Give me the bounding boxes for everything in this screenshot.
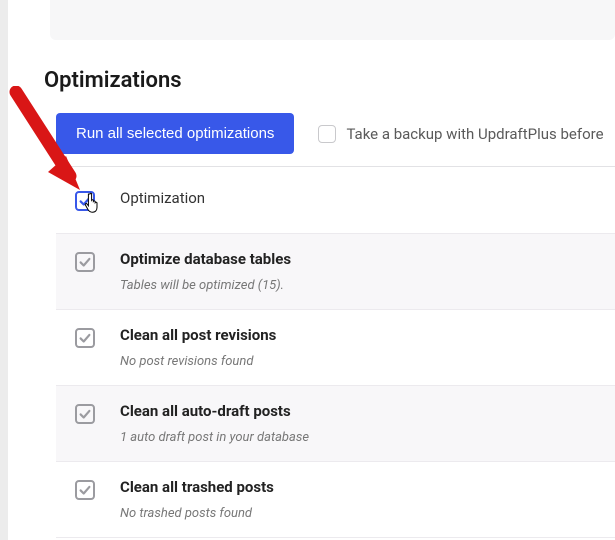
row-checkbox[interactable] xyxy=(75,404,95,424)
table-row: Optimize database tables Tables will be … xyxy=(56,234,615,310)
checkmark-icon xyxy=(78,483,92,497)
row-title: Clean all trashed posts xyxy=(120,478,597,496)
header-label: Optimization xyxy=(120,189,597,207)
checkmark-icon xyxy=(78,331,92,345)
checkmark-icon xyxy=(78,407,92,421)
backup-checkbox[interactable] xyxy=(318,125,336,143)
checkmark-icon xyxy=(78,255,92,269)
row-checkbox[interactable] xyxy=(75,480,95,500)
row-title: Clean all auto-draft posts xyxy=(120,402,597,420)
left-rail xyxy=(0,0,8,540)
row-title: Clean all post revisions xyxy=(120,326,597,344)
section-title: Optimizations xyxy=(44,68,615,93)
table-row: Clean all post revisions No post revisio… xyxy=(56,310,615,386)
table-row: Clean all auto-draft posts 1 auto draft … xyxy=(56,386,615,462)
backup-checkbox-label[interactable]: Take a backup with UpdraftPlus before xyxy=(346,125,603,143)
row-desc: No post revisions found xyxy=(120,354,597,369)
row-checkbox[interactable] xyxy=(75,252,95,272)
row-checkbox[interactable] xyxy=(75,328,95,348)
previous-card-bottom xyxy=(50,0,615,40)
row-title: Optimize database tables xyxy=(120,250,597,268)
select-all-checkbox[interactable] xyxy=(75,191,95,211)
run-all-button[interactable]: Run all selected optimizations xyxy=(56,113,294,154)
table-header-row: Optimization xyxy=(56,167,615,234)
checkmark-icon xyxy=(78,194,92,208)
table-row: Clean all trashed posts No trashed posts… xyxy=(56,462,615,538)
row-desc: Tables will be optimized (15). xyxy=(120,278,597,293)
row-desc: No trashed posts found xyxy=(120,506,597,521)
row-desc: 1 auto draft post in your database xyxy=(120,430,597,445)
optimizations-table: Optimization Optimize database tables Ta… xyxy=(56,166,615,538)
